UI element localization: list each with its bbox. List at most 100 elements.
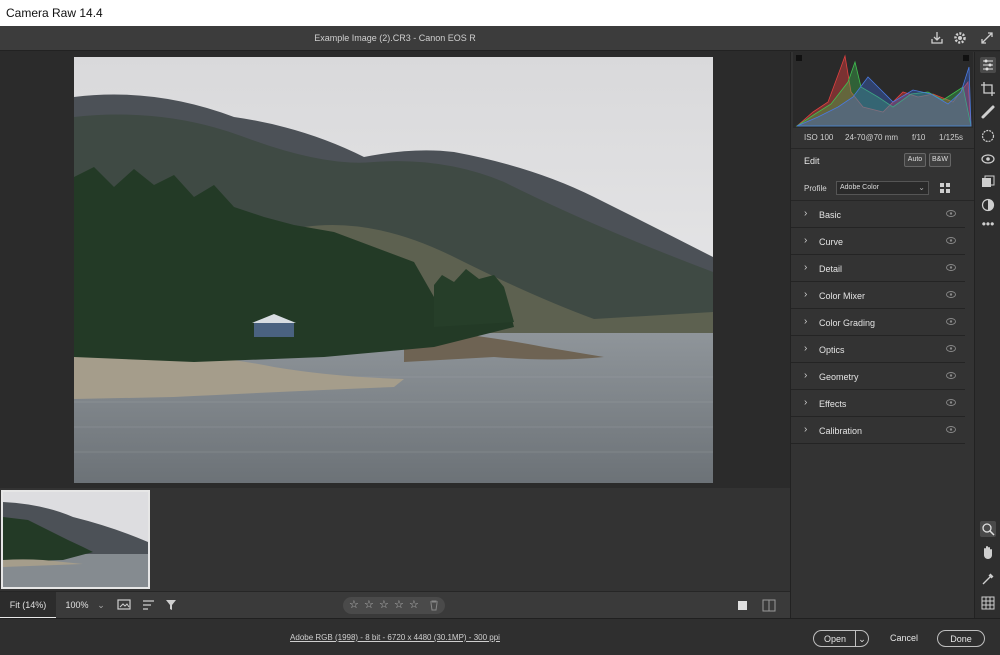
highlight-clipping-icon[interactable]	[963, 55, 969, 61]
bw-button[interactable]: B&W	[929, 153, 951, 167]
visibility-eye-icon[interactable]	[946, 399, 956, 406]
trash-icon[interactable]	[429, 600, 439, 611]
toggle-original-icon[interactable]	[737, 600, 749, 612]
footer-bar: Adobe RGB (1998) - 8 bit - 6720 x 4480 (…	[0, 618, 1000, 655]
zoom-icon[interactable]	[980, 521, 996, 537]
cancel-button[interactable]: Cancel	[880, 630, 928, 647]
section-calibration[interactable]: › Calibration	[791, 417, 965, 444]
before-after-icon[interactable]	[762, 599, 776, 612]
healing-icon[interactable]	[980, 104, 996, 120]
section-label: Basic	[819, 210, 842, 220]
settings-gear-icon[interactable]	[952, 30, 968, 46]
visibility-eye-icon[interactable]	[946, 291, 956, 298]
exif-aperture: f/10	[912, 133, 926, 142]
section-label: Calibration	[819, 426, 863, 436]
chevron-right-icon: ›	[804, 397, 808, 408]
exif-info: ISO 100 24-70@70 mm f/10 1/125s	[791, 130, 975, 148]
divider	[791, 148, 975, 149]
file-info-bar: Example Image (2).CR3 - Canon EOS R	[0, 26, 1000, 51]
visibility-eye-icon[interactable]	[946, 318, 956, 325]
visibility-eye-icon[interactable]	[946, 426, 956, 433]
filter-icon[interactable]	[165, 599, 177, 611]
exif-iso: ISO 100	[804, 133, 834, 142]
section-label: Color Grading	[819, 318, 876, 328]
chevron-right-icon: ›	[804, 289, 808, 300]
chevron-right-icon: ›	[804, 208, 808, 219]
preview-bottom-bar: Fit (14%) 100% ⌄ ☆ ☆ ☆ ☆ ☆	[0, 591, 790, 619]
section-label: Optics	[819, 345, 845, 355]
zoom-fit-button[interactable]: Fit (14%)	[0, 592, 56, 619]
section-curve[interactable]: › Curve	[791, 228, 965, 255]
sort-icon[interactable]	[142, 599, 156, 611]
section-color-mixer[interactable]: › Color Mixer	[791, 282, 965, 309]
chevron-right-icon: ›	[804, 235, 808, 246]
edit-heading: Edit	[804, 156, 820, 166]
snapshots-icon[interactable]	[980, 174, 996, 190]
tool-strip: •••	[974, 52, 1000, 618]
filmstrip-thumbnail[interactable]	[1, 490, 150, 589]
filmstrip[interactable]	[0, 488, 790, 591]
section-basic[interactable]: › Basic	[791, 201, 965, 228]
section-label: Geometry	[819, 372, 859, 382]
workflow-options-link[interactable]: Adobe RGB (1998) - 8 bit - 6720 x 4480 (…	[0, 633, 790, 642]
section-label: Detail	[819, 264, 843, 274]
visibility-eye-icon[interactable]	[946, 210, 956, 217]
zoom-dropdown-chevron-icon[interactable]: ⌄	[95, 592, 107, 619]
section-optics[interactable]: › Optics	[791, 336, 965, 363]
hand-icon[interactable]	[980, 544, 996, 560]
star-icon[interactable]: ☆	[409, 598, 419, 611]
profile-select-value: Adobe Color	[840, 184, 879, 191]
visibility-eye-icon[interactable]	[946, 372, 956, 379]
section-label: Curve	[819, 237, 844, 247]
chevron-right-icon: ›	[804, 424, 808, 435]
visibility-eye-icon[interactable]	[946, 345, 956, 352]
profile-browser-icon[interactable]	[939, 182, 951, 194]
visibility-eye-icon[interactable]	[946, 264, 956, 271]
section-color-grading[interactable]: › Color Grading	[791, 309, 965, 336]
edit-panel: ISO 100 24-70@70 mm f/10 1/125s Edit Aut…	[790, 52, 975, 618]
file-name: Example Image (2).CR3 - Canon EOS R	[314, 33, 476, 43]
fullscreen-icon[interactable]	[979, 30, 995, 46]
open-options-chevron-icon[interactable]: ⌄	[855, 630, 869, 647]
profile-select[interactable]: Adobe Color ⌄	[836, 181, 929, 195]
shadow-clipping-icon[interactable]	[796, 55, 802, 61]
chevron-right-icon: ›	[804, 343, 808, 354]
presets-icon[interactable]	[980, 197, 996, 213]
star-icon[interactable]: ☆	[379, 598, 389, 611]
chevron-right-icon: ›	[804, 262, 808, 273]
star-rating[interactable]: ☆ ☆ ☆ ☆ ☆	[343, 597, 445, 614]
section-detail[interactable]: › Detail	[791, 255, 965, 282]
exif-shutter: 1/125s	[939, 133, 964, 142]
section-effects[interactable]: › Effects	[791, 390, 965, 417]
chevron-right-icon: ›	[804, 370, 808, 381]
star-icon[interactable]: ☆	[394, 598, 404, 611]
window-title: Camera Raw 14.4	[6, 6, 103, 20]
open-button[interactable]: Open	[813, 630, 856, 647]
image-preview-area[interactable]	[0, 52, 790, 488]
red-eye-icon[interactable]	[980, 151, 996, 167]
color-sampler-icon[interactable]	[980, 571, 996, 587]
zoom-100-button[interactable]: 100%	[57, 592, 97, 619]
star-icon[interactable]: ☆	[349, 598, 359, 611]
histogram[interactable]	[793, 52, 973, 128]
exif-lens: 24-70@70 mm	[845, 133, 899, 142]
auto-button[interactable]: Auto	[904, 153, 926, 167]
section-label: Color Mixer	[819, 291, 866, 301]
profile-label: Profile	[804, 184, 827, 193]
grid-icon[interactable]	[980, 595, 996, 611]
more-icon[interactable]: •••	[980, 217, 996, 233]
edit-sliders-icon[interactable]	[980, 57, 996, 73]
filmstrip-view-icon[interactable]	[117, 598, 133, 612]
masking-icon[interactable]	[980, 128, 996, 144]
crop-icon[interactable]	[980, 81, 996, 97]
photo-preview[interactable]	[74, 57, 713, 483]
window-title-bar: Camera Raw 14.4	[0, 0, 1000, 26]
done-button[interactable]: Done	[937, 630, 985, 647]
save-icon[interactable]	[929, 30, 945, 46]
chevron-right-icon: ›	[804, 316, 808, 327]
section-geometry[interactable]: › Geometry	[791, 363, 965, 390]
section-label: Effects	[819, 399, 847, 409]
visibility-eye-icon[interactable]	[946, 237, 956, 244]
chevron-down-icon: ⌄	[918, 183, 925, 192]
star-icon[interactable]: ☆	[364, 598, 374, 611]
